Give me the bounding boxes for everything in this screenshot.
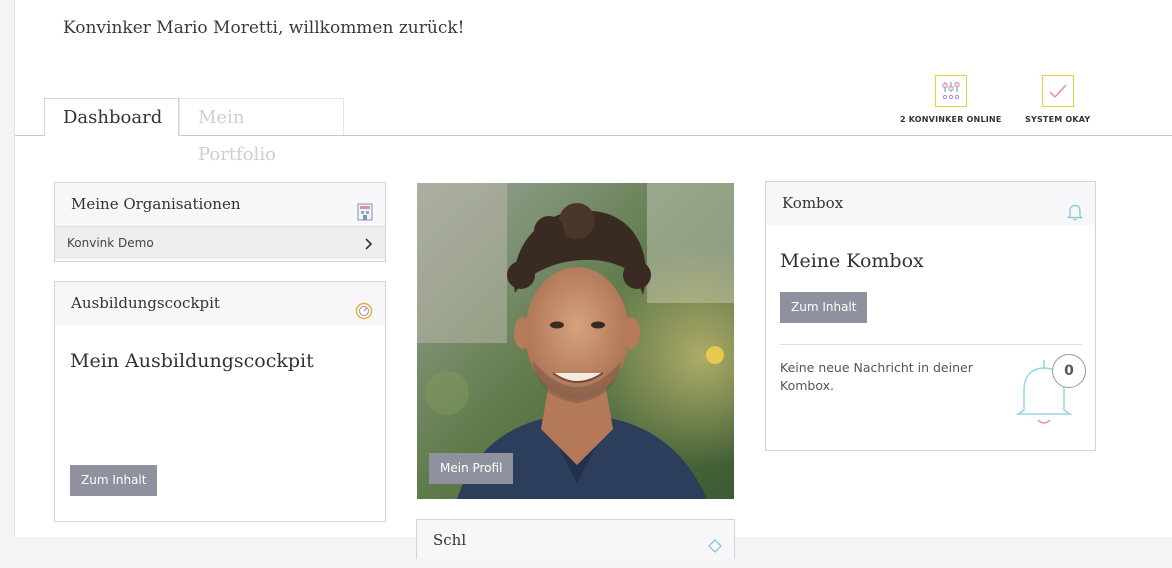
cockpit-title: Ausbildungscockpit [71, 294, 220, 312]
partial-card-title: Schl [433, 531, 467, 549]
tab-mein-portfolio[interactable]: Mein Portfolio [179, 98, 344, 165]
kombox-divider [780, 344, 1082, 345]
organisations-card: Meine Organisationen Konvink Demo [54, 182, 386, 262]
dashboard-page: Konvinker Mario Moretti, willkommen zurü… [14, 0, 1172, 560]
organisations-title: Meine Organisationen [71, 195, 241, 213]
organisation-item[interactable]: Konvink Demo [55, 226, 385, 259]
cockpit-heading: Mein Ausbildungscockpit [70, 350, 314, 372]
tab-dashboard[interactable]: Dashboard [44, 98, 179, 136]
bell-icon[interactable] [1067, 195, 1083, 238]
cockpit-card: Ausbildungscockpit Mein Ausbildungscockp… [54, 281, 386, 522]
online-status[interactable]: 2 KONVINKER ONLINE [900, 75, 1002, 124]
profile-image [417, 183, 734, 499]
kombox-content-button[interactable]: Zum Inhalt [780, 292, 868, 323]
gauge-icon [355, 294, 373, 337]
organisations-card-header: Meine Organisationen [55, 183, 385, 226]
chevron-right-icon [365, 227, 373, 259]
online-status-label: 2 KONVINKER ONLINE [900, 115, 1002, 124]
partial-card: Schl [416, 519, 735, 560]
kombox-heading: Meine Kombox [780, 250, 924, 272]
checkmark-icon [1041, 75, 1074, 107]
profile-button[interactable]: Mein Profil [429, 453, 514, 484]
organisation-item-label: Konvink Demo [67, 236, 154, 250]
welcome-message: Konvinker Mario Moretti, willkommen zurü… [63, 18, 465, 38]
cockpit-card-header: Ausbildungscockpit [55, 282, 385, 325]
kombox-count-badge: 0 [1052, 354, 1086, 388]
system-status-label: SYSTEM OKAY [1025, 115, 1091, 124]
cockpit-content-button[interactable]: Zum Inhalt [70, 465, 158, 496]
kombox-title: Kombox [782, 194, 844, 212]
kombox-card-header: Kombox [766, 182, 1095, 225]
profile-photo[interactable]: Mein Profil [417, 183, 734, 499]
sliders-icon [934, 75, 967, 107]
kombox-card: Kombox Meine Kombox Zum Inhalt Keine neu… [765, 181, 1096, 451]
tab-divider [15, 135, 1172, 136]
kombox-message: Keine neue Nachricht in deiner Kombox. [780, 360, 973, 393]
system-status[interactable]: SYSTEM OKAY [1025, 75, 1090, 124]
diamond-icon [708, 528, 722, 568]
partial-card-header: Schl [417, 520, 734, 560]
